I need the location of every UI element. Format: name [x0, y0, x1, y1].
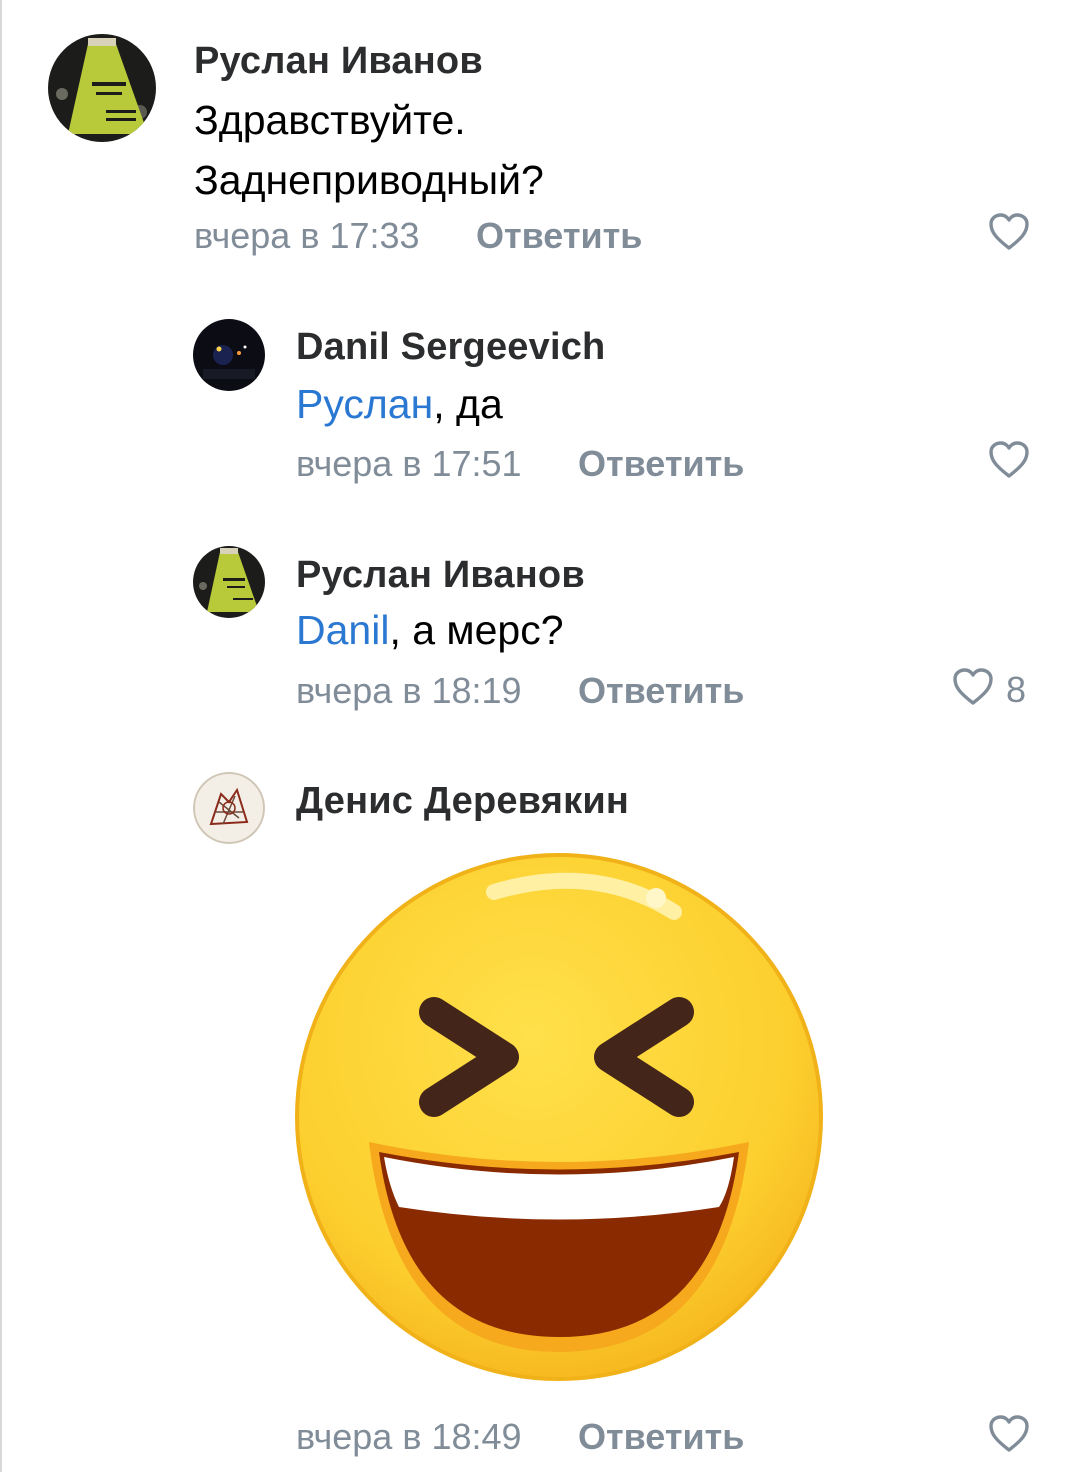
comment-text: Danil, а мерс?: [296, 600, 564, 660]
comment-timestamp: вчера в 17:51: [296, 443, 522, 484]
mention-link[interactable]: Danil: [296, 607, 389, 653]
comment-text: Здравствуйте. Заднеприводный?: [194, 90, 544, 210]
heart-outline-icon: [988, 212, 1030, 257]
comment: Руслан Иванов Danil, а мерс? вчера в 18:…: [0, 528, 1080, 728]
comment: Руслан Иванов Здравствуйте. Заднеприводн…: [0, 0, 1080, 280]
comment-text-body: , да: [433, 381, 503, 427]
laughing-face-sticker[interactable]: [294, 852, 824, 1382]
avatar[interactable]: [193, 772, 265, 844]
heart-outline-icon: [988, 440, 1030, 485]
avatar[interactable]: [193, 546, 265, 618]
comment-author[interactable]: Руслан Иванов: [194, 40, 483, 83]
mention-link[interactable]: Руслан: [296, 381, 433, 427]
like-count: 8: [1006, 668, 1027, 710]
reply-button[interactable]: Ответить: [476, 215, 642, 257]
comment-timestamp: вчера в 18:49: [296, 1416, 522, 1457]
reply-button[interactable]: Ответить: [578, 1416, 744, 1458]
comment-timestamp: вчера в 17:33: [194, 215, 420, 256]
comment-text-line: Заднеприводный?: [194, 157, 544, 203]
comment: Danil Sergeevich Руслан, да вчера в 17:5…: [0, 300, 1080, 500]
like-button[interactable]: [988, 212, 1042, 257]
like-button[interactable]: [988, 1414, 1042, 1459]
comment: Денис Деревякин вчера в 18:49 Ответить: [0, 754, 1080, 1472]
comment-text-line: Здравствуйте.: [194, 97, 466, 143]
comment-text: Руслан, да: [296, 374, 503, 434]
avatar[interactable]: [48, 34, 156, 142]
reply-button[interactable]: Ответить: [578, 670, 744, 712]
avatar[interactable]: [193, 319, 265, 391]
like-button[interactable]: [988, 440, 1042, 485]
comment-author[interactable]: Денис Деревякин: [296, 780, 629, 823]
heart-outline-icon: [988, 1414, 1030, 1459]
comment-author[interactable]: Danil Sergeevich: [296, 326, 605, 369]
heart-outline-icon: [952, 667, 994, 712]
comment-text-body: , а мерс?: [389, 607, 564, 653]
comment-author[interactable]: Руслан Иванов: [296, 554, 585, 597]
like-button[interactable]: 8: [952, 667, 1026, 712]
comment-timestamp: вчера в 18:19: [296, 670, 522, 711]
reply-button[interactable]: Ответить: [578, 443, 744, 485]
